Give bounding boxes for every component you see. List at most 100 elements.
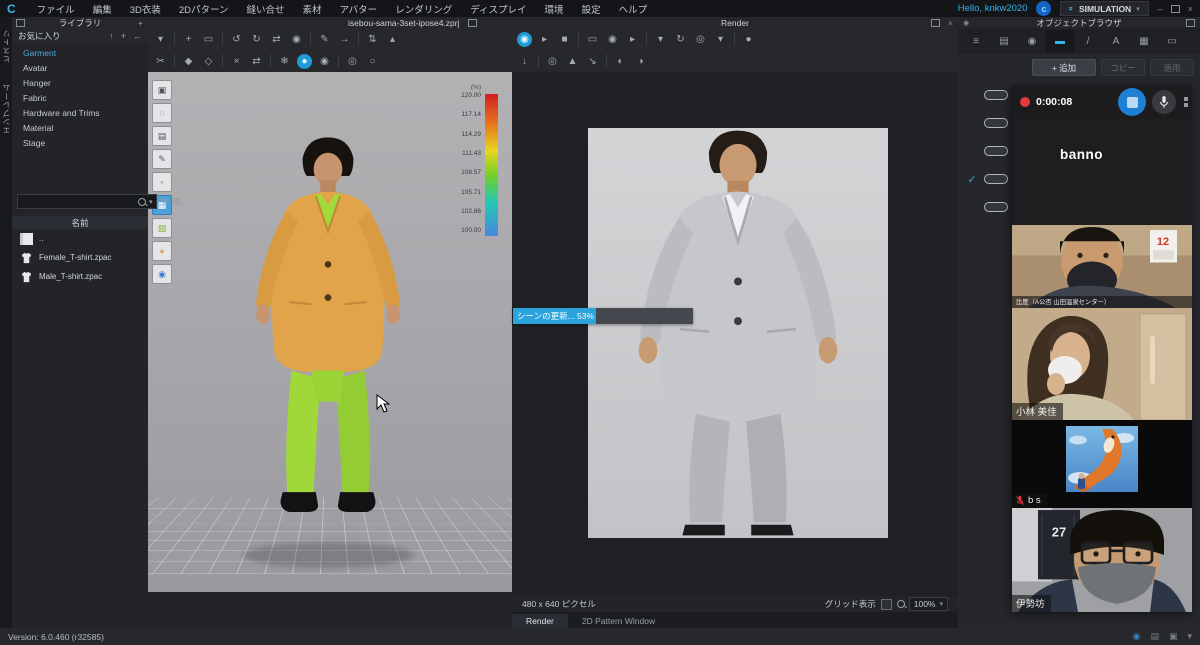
library-item-female-tshirt[interactable]: Female_T-shirt.zpac bbox=[12, 248, 148, 267]
light-angle-icon[interactable]: ↘ bbox=[583, 53, 602, 69]
interactive-render-icon[interactable]: ◉ bbox=[517, 32, 532, 47]
show-avatar-icon[interactable]: ● bbox=[152, 241, 172, 261]
flatten-icon[interactable]: ⇄ bbox=[247, 53, 266, 69]
show-seams-icon[interactable]: ▤ bbox=[152, 126, 172, 146]
snapshot-camera-icon[interactable]: ◉ bbox=[603, 31, 622, 47]
menu-3d-garment[interactable]: 3D衣装 bbox=[121, 2, 170, 16]
material-tab-icon[interactable]: ▦ bbox=[1130, 30, 1158, 52]
menu-settings[interactable]: 設定 bbox=[573, 2, 610, 16]
avatar-3d-orange-suit[interactable] bbox=[228, 134, 428, 554]
add-button[interactable]: + 追加 bbox=[1032, 59, 1096, 76]
close-icon[interactable]: × bbox=[1188, 4, 1193, 14]
fold-arrangement-icon[interactable]: ⇅ bbox=[363, 31, 382, 47]
video-tile-participant-4[interactable]: 27 伊勢坊 bbox=[1012, 508, 1192, 612]
library-category-garment[interactable]: Garment bbox=[12, 46, 148, 61]
pin-tool-icon[interactable]: ✎ bbox=[315, 31, 334, 47]
menu-help[interactable]: ヘルプ bbox=[610, 2, 657, 16]
video-tile-banno[interactable]: banno bbox=[1012, 119, 1192, 225]
pointer-icon[interactable]: ▲ bbox=[563, 53, 582, 69]
library-search-input[interactable]: ▾ bbox=[17, 194, 157, 209]
copy-button[interactable]: コピー bbox=[1101, 59, 1145, 76]
3d-viewport[interactable]: ▣ ◌ ▤ ✎ ◦ ▦ ▧ ● ◉ (%) 120.00 117.14 114.… bbox=[148, 72, 512, 592]
sewing-tool-icon[interactable]: → bbox=[335, 31, 354, 47]
cloud-icon[interactable]: c bbox=[1036, 1, 1051, 16]
avatar-tool-icon[interactable]: ✂ bbox=[151, 53, 170, 69]
menu-edit[interactable]: 編集 bbox=[84, 2, 121, 16]
microphone-button[interactable] bbox=[1152, 90, 1176, 114]
apply-button[interactable]: 適用 bbox=[1150, 59, 1194, 76]
library-category-material[interactable]: Material bbox=[12, 121, 148, 136]
video-tile-participant-2[interactable]: 小林 美佳 bbox=[1012, 308, 1192, 420]
menu-2d-pattern[interactable]: 2Dパターン bbox=[170, 2, 238, 16]
select-move-icon[interactable]: + bbox=[179, 31, 198, 47]
stitch-tab-icon[interactable]: ▬ bbox=[1046, 30, 1074, 52]
simulate-icon[interactable]: ▾ bbox=[151, 31, 170, 47]
import-icon[interactable]: ↑ bbox=[109, 31, 114, 41]
popout-icon[interactable] bbox=[468, 19, 477, 27]
popout-icon[interactable] bbox=[931, 19, 940, 27]
pressure-map-icon[interactable]: ○ bbox=[363, 53, 382, 69]
more-options-icon[interactable] bbox=[1184, 97, 1188, 107]
schedule-render-icon[interactable]: ● bbox=[739, 31, 758, 47]
tab-render[interactable]: Render bbox=[512, 614, 568, 628]
video-camera-icon[interactable]: ▸ bbox=[623, 31, 642, 47]
grid-display-checkbox[interactable] bbox=[881, 599, 892, 610]
camera-settings-icon[interactable]: ◎ bbox=[691, 31, 710, 47]
download-icon[interactable]: ↓ bbox=[515, 53, 534, 69]
restore-icon[interactable] bbox=[1171, 5, 1180, 13]
search-input[interactable] bbox=[21, 196, 135, 207]
dome-light-icon[interactable]: ◑ bbox=[631, 53, 650, 69]
snapshot-icon[interactable]: ◉ bbox=[287, 31, 306, 47]
library-item-male-tshirt[interactable]: Male_T-shirt.zpac bbox=[12, 267, 148, 286]
video-tile-participant-3[interactable]: b s bbox=[1012, 420, 1192, 508]
menu-sewing[interactable]: 縫い合せ bbox=[238, 2, 294, 16]
add-tab-icon[interactable]: + bbox=[138, 18, 143, 28]
back-icon[interactable]: ← bbox=[133, 31, 142, 41]
fit-map-icon[interactable]: ◎ bbox=[343, 53, 362, 69]
popout-icon[interactable] bbox=[16, 19, 25, 27]
show-mesh-icon[interactable]: ◌ bbox=[152, 103, 172, 123]
rect-select-icon[interactable]: ▭ bbox=[199, 31, 218, 47]
video-render-icon[interactable]: ■ bbox=[555, 31, 574, 47]
stop-recording-button[interactable] bbox=[1118, 88, 1146, 116]
video-tile-participant-1[interactable]: 12 比度（A公否 山田温泉センター） bbox=[1012, 225, 1192, 308]
menu-display[interactable]: ディスプレイ bbox=[461, 2, 535, 16]
menu-file[interactable]: ファイル bbox=[28, 2, 84, 16]
scissors-icon[interactable]: × bbox=[227, 53, 246, 69]
simulation-button[interactable]: » SIMULATION ▾ bbox=[1060, 1, 1148, 16]
menu-avatar[interactable]: アバター bbox=[331, 2, 387, 16]
rail-tab-emblem[interactable]: エンブレーム bbox=[1, 83, 12, 134]
texture-paint-icon[interactable]: ✎ bbox=[152, 149, 172, 169]
popout-icon[interactable] bbox=[1186, 19, 1195, 27]
library-category-stage[interactable]: Stage bbox=[12, 136, 148, 151]
stress-map-icon[interactable]: ◉ bbox=[315, 53, 334, 69]
library-category-hanger[interactable]: Hanger bbox=[12, 76, 148, 91]
library-category-fabric[interactable]: Fabric bbox=[12, 91, 148, 106]
status-camera-icon[interactable]: ◉ bbox=[1133, 631, 1141, 642]
rectangle-tab-icon[interactable]: ▭ bbox=[1158, 30, 1186, 52]
menu-icon[interactable]: ≡ bbox=[962, 30, 990, 52]
arrange-icon[interactable]: ▴ bbox=[383, 31, 402, 47]
library-item-parent[interactable]: .. bbox=[12, 229, 148, 248]
pose-tool-icon[interactable]: ◆ bbox=[179, 53, 198, 69]
strain-map-toggle-icon[interactable]: ▧ bbox=[152, 218, 172, 238]
view-mode-icon[interactable]: ▦ bbox=[172, 196, 181, 207]
pattern-rotate-icon[interactable]: ↻ bbox=[247, 31, 266, 47]
account-greeting[interactable]: Hello, knkw2020 bbox=[958, 3, 1028, 14]
search-filter-chevron-icon[interactable]: ▾ bbox=[149, 198, 153, 206]
library-category-avatar[interactable]: Avatar bbox=[12, 61, 148, 76]
render-settings-icon[interactable]: ▾ bbox=[711, 31, 730, 47]
tab-2d-pattern-window[interactable]: 2D Pattern Window bbox=[568, 614, 669, 628]
show-arrangement-icon[interactable]: ◉ bbox=[152, 264, 172, 284]
avatar-tape-icon[interactable]: ◇ bbox=[199, 53, 218, 69]
status-chevron-icon[interactable]: ▾ bbox=[1187, 631, 1192, 642]
environment-icon[interactable]: ◎ bbox=[543, 53, 562, 69]
show-garment-icon[interactable]: ▣ bbox=[152, 80, 172, 100]
zoom-select[interactable]: 100% ▾ bbox=[909, 597, 948, 611]
lens-icon[interactable]: ◐ bbox=[611, 53, 630, 69]
status-panel-icon[interactable]: ▣ bbox=[1169, 631, 1178, 642]
pattern-flip-icon[interactable]: ⇄ bbox=[267, 31, 286, 47]
button-tab-icon[interactable]: ◉ bbox=[1018, 30, 1046, 52]
minimize-icon[interactable]: – bbox=[1158, 4, 1163, 14]
menu-render[interactable]: レンダリング bbox=[386, 2, 461, 16]
